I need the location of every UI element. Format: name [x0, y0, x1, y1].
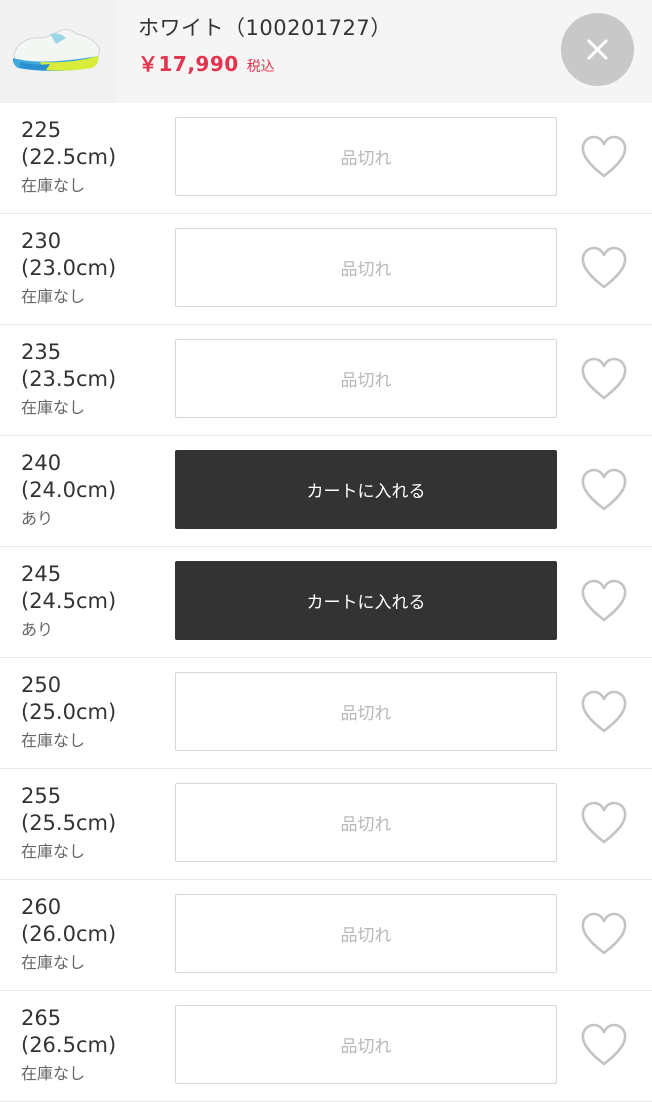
size-value: 225	[21, 118, 62, 142]
size-cm: (24.5cm)	[21, 589, 117, 613]
soldout-button[interactable]: 品切れ	[175, 783, 557, 862]
add-to-cart-button[interactable]: カートに入れる	[175, 450, 557, 529]
product-header: ホワイト（100201727） ￥17,990 税込	[0, 0, 652, 103]
soldout-button[interactable]: 品切れ	[175, 1005, 557, 1084]
favorite-heart-icon[interactable]	[580, 1023, 628, 1067]
size-list: 225 (22.5cm) 在庫なし 品切れ 230 (23.0cm) 在庫なし …	[0, 103, 652, 1102]
size-row: 245 (24.5cm) あり カートに入れる	[0, 547, 652, 658]
size-cm: (25.5cm)	[21, 811, 117, 835]
soldout-button[interactable]: 品切れ	[175, 228, 557, 307]
size-row: 240 (24.0cm) あり カートに入れる	[0, 436, 652, 547]
favorite-heart-icon[interactable]	[580, 579, 628, 623]
size-value: 240	[21, 451, 62, 475]
stock-status: 在庫なし	[21, 1064, 86, 1083]
tax-label: 税込	[246, 59, 275, 75]
size-value: 250	[21, 673, 62, 697]
size-cm: (22.5cm)	[21, 145, 117, 169]
stock-status: 在庫なし	[21, 953, 86, 972]
favorite-heart-icon[interactable]	[580, 135, 628, 179]
add-to-cart-button[interactable]: カートに入れる	[175, 561, 557, 640]
size-value: 235	[21, 340, 62, 364]
size-cm: (24.0cm)	[21, 478, 117, 502]
favorite-heart-icon[interactable]	[580, 912, 628, 956]
size-row: 255 (25.5cm) 在庫なし 品切れ	[0, 769, 652, 880]
stock-status: 在庫なし	[21, 731, 86, 750]
size-row: 235 (23.5cm) 在庫なし 品切れ	[0, 325, 652, 436]
favorite-heart-icon[interactable]	[580, 690, 628, 734]
size-value: 255	[21, 784, 62, 808]
size-cm: (23.0cm)	[21, 256, 117, 280]
soldout-button[interactable]: 品切れ	[175, 894, 557, 973]
stock-status: 在庫なし	[21, 287, 86, 306]
size-row: 260 (26.0cm) 在庫なし 品切れ	[0, 880, 652, 991]
favorite-heart-icon[interactable]	[580, 246, 628, 290]
soldout-button[interactable]: 品切れ	[175, 339, 557, 418]
size-cm: (23.5cm)	[21, 367, 117, 391]
favorite-heart-icon[interactable]	[580, 468, 628, 512]
favorite-heart-icon[interactable]	[580, 801, 628, 845]
size-cm: (26.0cm)	[21, 922, 117, 946]
soldout-button[interactable]: 品切れ	[175, 672, 557, 751]
stock-status: 在庫なし	[21, 176, 86, 195]
size-cm: (25.0cm)	[21, 700, 117, 724]
size-row: 225 (22.5cm) 在庫なし 品切れ	[0, 103, 652, 214]
size-row: 265 (26.5cm) 在庫なし 品切れ	[0, 991, 652, 1102]
size-cm: (26.5cm)	[21, 1033, 117, 1057]
size-value: 230	[21, 229, 62, 253]
soldout-button[interactable]: 品切れ	[175, 117, 557, 196]
stock-status: 在庫なし	[21, 398, 86, 417]
stock-status: 在庫なし	[21, 842, 86, 861]
size-row: 230 (23.0cm) 在庫なし 品切れ	[0, 214, 652, 325]
stock-status: あり	[21, 620, 54, 639]
size-value: 245	[21, 562, 62, 586]
product-price: ￥17,990	[138, 52, 239, 76]
size-value: 260	[21, 895, 62, 919]
price-line: ￥17,990 税込	[138, 48, 275, 77]
size-row: 250 (25.0cm) 在庫なし 品切れ	[0, 658, 652, 769]
product-title: ホワイト（100201727）	[138, 16, 392, 40]
shoe-icon	[12, 29, 100, 71]
favorite-heart-icon[interactable]	[580, 357, 628, 401]
stock-status: あり	[21, 509, 54, 528]
close-button[interactable]	[561, 13, 634, 86]
size-value: 265	[21, 1006, 62, 1030]
product-thumbnail	[0, 0, 116, 103]
